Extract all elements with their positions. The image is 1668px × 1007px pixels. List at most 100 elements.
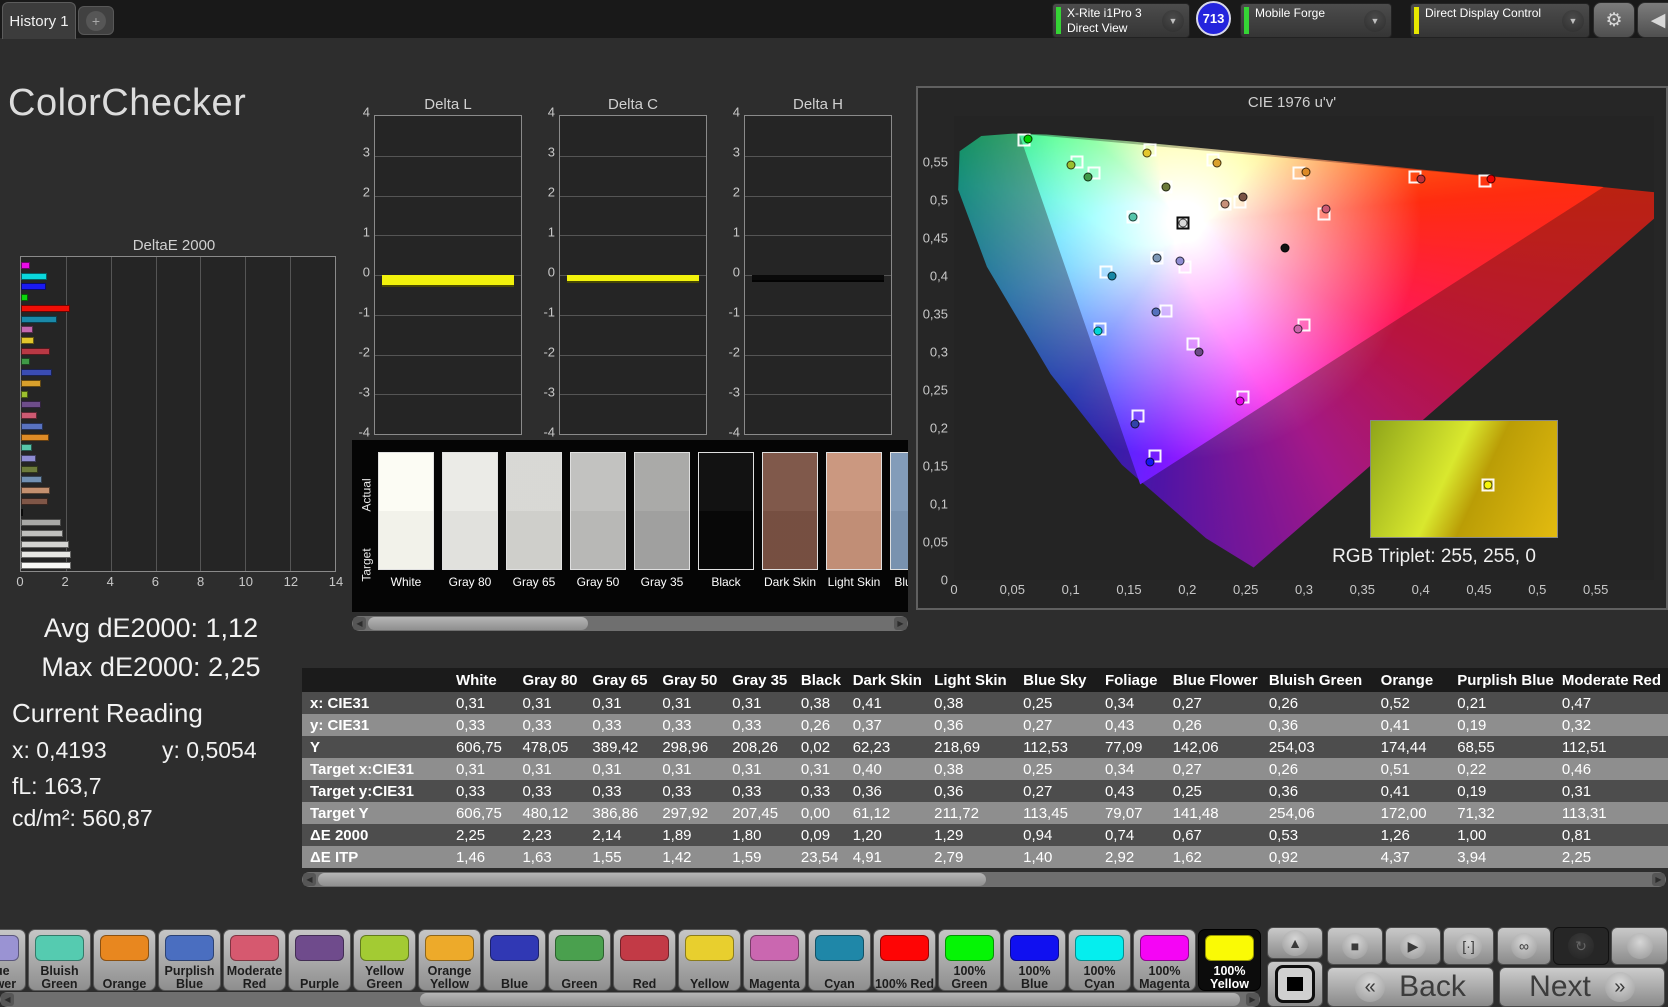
deltae-bar: [21, 433, 50, 441]
deltae-bar: [21, 315, 58, 323]
patch-row-scrollbar[interactable]: ◀ ▶: [0, 992, 1260, 1007]
patch-button[interactable]: 100% Cyan: [1068, 929, 1131, 991]
deltae-x-tick: 14: [328, 574, 344, 589]
patch-button[interactable]: Blue Flower: [0, 929, 26, 991]
meter-count-badge[interactable]: 713: [1196, 1, 1231, 36]
cie-y-tick: 0,2: [929, 420, 948, 436]
gridline: [560, 195, 706, 197]
table-row-label: ΔE ITP: [302, 846, 448, 868]
source-dropdown[interactable]: Mobile Forge ▼: [1240, 3, 1392, 38]
table-scrollbar[interactable]: ◀ ▶: [302, 872, 1666, 887]
table-scroll-thumb[interactable]: [318, 873, 986, 886]
up-arrow-icon: ▲: [1282, 930, 1308, 956]
patch-button[interactable]: Red: [613, 929, 676, 991]
next-button[interactable]: Next »: [1499, 967, 1665, 1007]
gridline: [560, 155, 706, 157]
patch-button[interactable]: 100% Yellow: [1198, 929, 1261, 991]
patch-button-swatch: [620, 935, 669, 961]
table-cell: 211,72: [926, 802, 1016, 824]
display-control-dropdown[interactable]: Direct Display Control ▼: [1410, 3, 1590, 38]
chevron-down-icon: ▼: [1162, 10, 1184, 32]
scroll-left-icon[interactable]: ◀: [303, 873, 316, 886]
tab-history-1[interactable]: History 1: [2, 2, 76, 39]
collapse-panel-button[interactable]: ◀: [1637, 2, 1668, 38]
patch-button[interactable]: 100% Green: [938, 929, 1001, 991]
meter-dropdown[interactable]: X-Rite i1Pro 3 Direct View ▼: [1052, 3, 1190, 38]
delta-chart-title: Delta L: [424, 96, 472, 113]
strip-patch-swatch: [634, 452, 690, 570]
patch-button[interactable]: 100% Blue: [1003, 929, 1066, 991]
patch-button[interactable]: Green: [548, 929, 611, 991]
refresh-button[interactable]: ↻: [1553, 927, 1609, 965]
table-cell: 0,31: [724, 758, 793, 780]
patch-button[interactable]: Bluish Green: [28, 929, 91, 991]
patch-button[interactable]: Purplish Blue: [158, 929, 221, 991]
patch-button[interactable]: Yellow Green: [353, 929, 416, 991]
patch-button[interactable]: Magenta: [743, 929, 806, 991]
loop-button[interactable]: ∞: [1497, 927, 1551, 965]
table-cell: 0,31: [514, 692, 585, 714]
patch-row-scroll-thumb[interactable]: [420, 993, 1240, 1006]
patch-window-button[interactable]: [1267, 961, 1323, 1007]
scroll-left-icon[interactable]: ◀: [353, 617, 366, 630]
deltae-bar: [21, 369, 53, 377]
strip-patch: Gray 65: [506, 452, 562, 589]
strip-patch-label: Gray 80: [448, 575, 492, 589]
cie-y-tick: 0,1: [929, 496, 948, 512]
patch-button-swatch: [295, 935, 344, 961]
scroll-right-icon[interactable]: ▶: [1652, 873, 1665, 886]
strip-scrollbar[interactable]: ◀ ▶: [352, 616, 908, 631]
table-row-label: Target y:CIE31: [302, 780, 448, 802]
top-bar: History 1 + X-Rite i1Pro 3 Direct View ▼…: [0, 0, 1668, 39]
gridline: [110, 257, 112, 571]
strip-scroll-thumb[interactable]: [368, 617, 588, 630]
patch-button[interactable]: Blue: [483, 929, 546, 991]
cie-actual-marker: [1280, 243, 1290, 253]
meter-name: X-Rite i1Pro 3: [1067, 6, 1142, 20]
cie-y-tick: 0,05: [922, 534, 948, 550]
cie-actual-marker: [1151, 307, 1161, 317]
step-button[interactable]: [·]: [1443, 927, 1494, 965]
stop-button[interactable]: ■: [1327, 927, 1383, 965]
scroll-right-icon[interactable]: ▶: [894, 617, 907, 630]
table-cell: 1,00: [1449, 824, 1554, 846]
patch-button-label: Bluish Green: [40, 963, 79, 991]
add-tab-button[interactable]: +: [78, 6, 114, 35]
table-header: Blue Flower: [1164, 668, 1261, 692]
table-header: Light Skin: [926, 668, 1016, 692]
patch-button[interactable]: 100% Red: [873, 929, 936, 991]
extra-button[interactable]: [1611, 927, 1668, 965]
gridline: [745, 235, 891, 237]
patch-button[interactable]: Purple: [288, 929, 351, 991]
patch-button[interactable]: Cyan: [808, 929, 871, 991]
patch-button-label: 100% Red: [874, 976, 935, 991]
patch-button-swatch: [360, 935, 409, 961]
delta-y-tick: 0: [732, 264, 740, 280]
table-cell: 0,31: [584, 758, 655, 780]
patch-button-swatch: [35, 935, 84, 961]
table-cell: 4,91: [844, 846, 927, 868]
cie-y-tick: 0,5: [929, 192, 948, 208]
patch-button[interactable]: 100% Magenta: [1133, 929, 1196, 991]
scroll-left-icon[interactable]: ◀: [1, 993, 14, 1006]
refresh-icon: ↻: [1568, 933, 1594, 959]
chevron-down-icon: ▼: [1364, 10, 1386, 32]
settings-button[interactable]: ⚙: [1593, 2, 1635, 38]
delta-y-tick: -4: [728, 424, 740, 440]
patch-list-up-button[interactable]: ▲: [1267, 927, 1323, 959]
patch-button-label: 100% Yellow: [1210, 963, 1249, 991]
patch-button[interactable]: Moderate Red: [223, 929, 286, 991]
table-cell: 0,94: [1015, 824, 1097, 846]
patch-button[interactable]: Yellow: [678, 929, 741, 991]
patch-button-swatch: [165, 935, 214, 961]
play-button[interactable]: ▶: [1385, 927, 1441, 965]
delta-y-tick: 2: [362, 184, 370, 200]
scroll-right-icon[interactable]: ▶: [1246, 993, 1259, 1006]
back-button[interactable]: « Back: [1327, 967, 1494, 1007]
patch-button[interactable]: Orange Yellow: [418, 929, 481, 991]
table-header: Black: [792, 668, 845, 692]
cie-y-tick: 0,25: [922, 382, 948, 398]
cie-actual-marker: [1175, 256, 1185, 266]
gridline: [560, 314, 706, 316]
patch-button[interactable]: Orange: [93, 929, 156, 991]
